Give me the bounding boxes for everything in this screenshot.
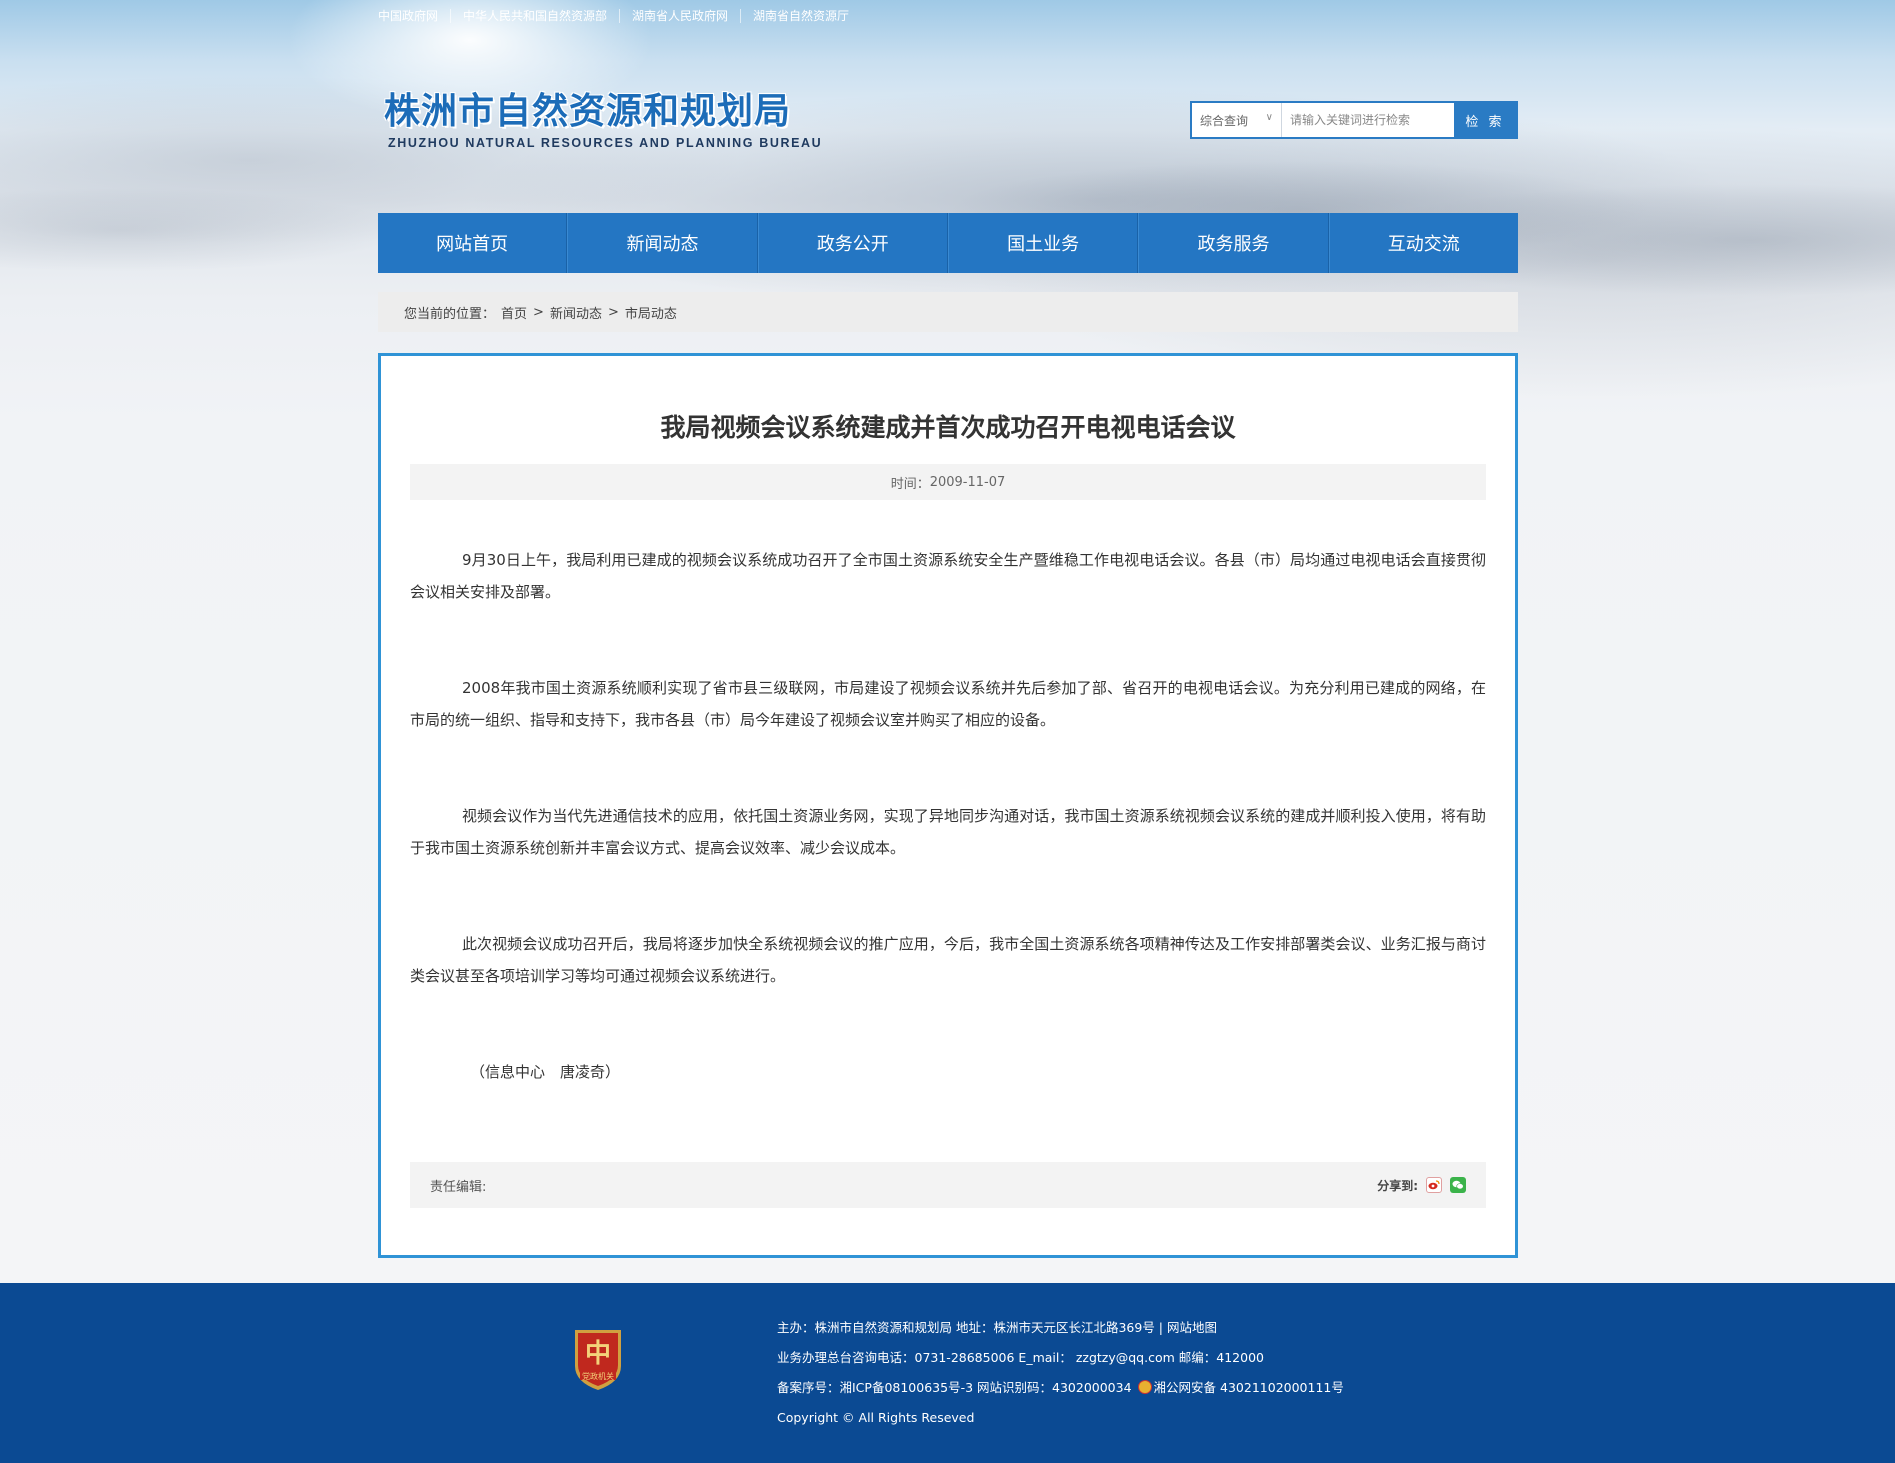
article-title: 我局视频会议系统建成并首次成功召开电视电话会议 — [660, 413, 1236, 442]
article-body: 9月30日上午，我局利用已建成的视频会议系统成功召开了全市国土资源系统安全生产暨… — [410, 544, 1486, 1088]
svg-text:中: 中 — [585, 1339, 611, 1369]
top-link-mnr[interactable]: 中华人民共和国自然资源部 — [450, 9, 619, 23]
breadcrumb-home[interactable]: 首页 — [501, 303, 527, 322]
nav-item-gov-affairs[interactable]: 政务公开 — [757, 213, 948, 273]
share-label: 分享到: — [1377, 1178, 1418, 1193]
top-links: 中国政府网 中华人民共和国自然资源部 湖南省人民政府网 湖南省自然资源厅 — [378, 8, 861, 24]
copyright: Copyright © All Rights Reseved — [777, 1410, 975, 1425]
top-link-hunan-gov[interactable]: 湖南省人民政府网 — [619, 9, 740, 23]
nav-item-news[interactable]: 新闻动态 — [567, 213, 758, 273]
weibo-icon[interactable] — [1426, 1177, 1442, 1193]
article-paragraph: 此次视频会议成功召开后，我局将逐步加快全系统视频会议的推广应用，今后，我市全国土… — [410, 935, 1486, 985]
chevron-down-icon: ∨ — [1265, 112, 1273, 123]
logo-title-cn: 株洲市自然资源和规划局 — [384, 91, 792, 132]
article-paragraph: 9月30日上午，我局利用已建成的视频会议系统成功召开了全市国土资源系统安全生产暨… — [410, 551, 1486, 601]
footer-host-address: 主办：株洲市自然资源和规划局 地址：株洲市天元区长江北路369号 | 网站地图 — [777, 1320, 1217, 1335]
search-button[interactable]: 检 索 — [1454, 103, 1516, 137]
public-security-record[interactable]: 湘公网安备 43021102000111号 — [1154, 1380, 1344, 1395]
search-bar: 综合查询 ∨ 检 索 — [1190, 101, 1518, 139]
breadcrumb: 您当前的位置： 首页 > 新闻动态 > 市局动态 — [378, 292, 1518, 332]
article-meta: 时间： 2009-11-07 — [410, 464, 1486, 500]
article-paragraph: 2008年我市国土资源系统顺利实现了省市县三级联网，市局建设了视频会议系统并先后… — [410, 679, 1486, 729]
breadcrumb-news[interactable]: 新闻动态 — [550, 303, 602, 322]
nav-item-gov-services[interactable]: 政务服务 — [1138, 213, 1329, 273]
wechat-icon[interactable] — [1450, 1177, 1466, 1193]
nav-item-land-business[interactable]: 国土业务 — [947, 213, 1139, 273]
search-input[interactable] — [1282, 103, 1454, 137]
site-footer: 中 党政机关 主办：株洲市自然资源和规划局 地址：株洲市天元区长江北路369号 … — [0, 1283, 1895, 1463]
article-footer-bar: 责任编辑: 分享到: — [410, 1162, 1486, 1208]
publish-date: 2009-11-07 — [929, 474, 1006, 490]
breadcrumb-separator: > — [607, 304, 619, 320]
footer-icp: 备案序号：湘ICP备08100635号-3 网站识别码：4302000034 湘公… — [777, 1373, 1344, 1403]
breadcrumb-label: 您当前的位置： — [404, 306, 496, 322]
breadcrumb-city-news[interactable]: 市局动态 — [625, 303, 677, 322]
icp-record[interactable]: 备案序号：湘ICP备08100635号-3 网站识别码：4302000034 — [777, 1380, 1132, 1395]
search-scope-value: 综合查询 — [1200, 113, 1249, 128]
logo-title-en: ZHUZHOU NATURAL RESOURCES AND PLANNING B… — [388, 136, 823, 150]
top-link-hunan-nr[interactable]: 湖南省自然资源厅 — [740, 9, 861, 23]
police-badge-icon — [1137, 1380, 1152, 1394]
search-scope-select[interactable]: 综合查询 ∨ — [1192, 103, 1282, 137]
main-nav: 网站首页 新闻动态 政务公开 国土业务 政务服务 互动交流 — [378, 213, 1518, 273]
article-signature: （信息中心 唐凌奇） — [470, 1063, 621, 1081]
share-group: 分享到: — [1377, 1177, 1466, 1194]
footer-contact: 业务办理总台咨询电话：0731-28685006 E_mail： zzgtzy@… — [777, 1350, 1264, 1365]
party-gov-badge-icon[interactable]: 中 党政机关 — [571, 1326, 625, 1392]
breadcrumb-separator: > — [533, 304, 544, 320]
editor-label: 责任编辑: — [430, 1179, 487, 1195]
article-container: 我局视频会议系统建成并首次成功召开电视电话会议 时间： 2009-11-07 9… — [378, 353, 1518, 1258]
nav-item-home[interactable]: 网站首页 — [378, 213, 568, 273]
time-label: 时间： — [890, 476, 930, 492]
article-paragraph: 视频会议作为当代先进通信技术的应用，依托国土资源业务网，实现了异地同步沟通对话，… — [410, 807, 1486, 857]
site-logo[interactable]: 株洲市自然资源和规划局 ZHUZHOU NATURAL RESOURCES AN… — [384, 91, 823, 151]
badge-text: 党政机关 — [582, 1371, 614, 1381]
footer-info: 主办：株洲市自然资源和规划局 地址：株洲市天元区长江北路369号 | 网站地图 … — [777, 1313, 1344, 1433]
nav-item-interaction[interactable]: 互动交流 — [1328, 213, 1518, 273]
top-link-gov-cn[interactable]: 中国政府网 — [378, 9, 450, 23]
